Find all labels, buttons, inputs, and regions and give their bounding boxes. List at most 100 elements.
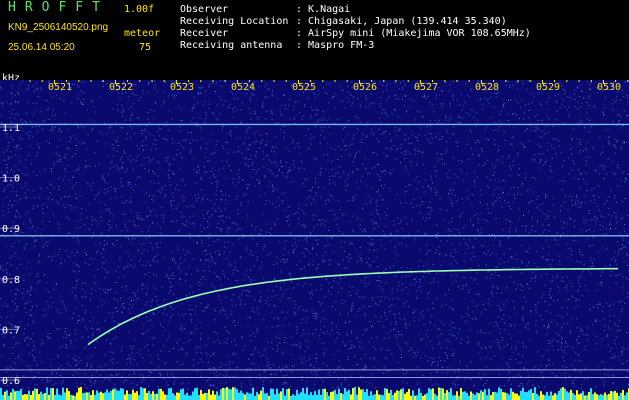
band-bar bbox=[168, 388, 170, 400]
time-tick-label: 0528 bbox=[475, 82, 499, 93]
band-bar bbox=[456, 391, 458, 400]
band-bar bbox=[356, 394, 358, 400]
band-bar bbox=[612, 391, 614, 400]
band-bar bbox=[450, 388, 452, 400]
band-bar bbox=[282, 388, 284, 400]
band-bar bbox=[114, 388, 116, 400]
band-bar bbox=[278, 393, 280, 400]
band-bar bbox=[236, 389, 238, 400]
band-bar bbox=[134, 392, 136, 400]
band-bar bbox=[110, 390, 112, 400]
band-bar bbox=[220, 389, 222, 400]
band-bar bbox=[536, 393, 538, 400]
band-bar bbox=[50, 388, 52, 400]
band-bar bbox=[76, 392, 78, 400]
band-bar bbox=[322, 388, 324, 400]
frequency-tick-label: 1.0 bbox=[2, 174, 20, 185]
band-bar bbox=[228, 388, 230, 400]
frequency-tick-label: 0.7 bbox=[2, 325, 20, 336]
band-bar bbox=[36, 388, 38, 400]
band-bar bbox=[394, 392, 396, 400]
band-bar bbox=[348, 389, 350, 400]
band-bar bbox=[498, 387, 500, 400]
band-bar bbox=[70, 394, 72, 400]
band-bar bbox=[526, 392, 528, 400]
band-bar bbox=[4, 391, 6, 400]
band-bar bbox=[326, 392, 328, 400]
band-bar bbox=[296, 389, 298, 400]
band-bar bbox=[538, 395, 540, 400]
band-bar bbox=[580, 393, 582, 400]
band-bar bbox=[90, 395, 92, 400]
band-bar bbox=[44, 393, 46, 400]
band-bar bbox=[420, 392, 422, 400]
band-bar bbox=[46, 387, 48, 400]
time-tick-label: 0524 bbox=[231, 82, 255, 93]
band-bar bbox=[96, 390, 98, 400]
band-bar bbox=[428, 388, 430, 400]
band-bar bbox=[208, 389, 210, 400]
band-bar bbox=[550, 391, 552, 400]
band-bar bbox=[622, 389, 624, 400]
band-bar bbox=[232, 387, 234, 400]
band-bar bbox=[140, 387, 142, 400]
band-bar bbox=[448, 392, 450, 400]
band-bar bbox=[472, 393, 474, 400]
band-bar bbox=[122, 388, 124, 400]
band-bar bbox=[118, 390, 120, 400]
antenna-value: : Maspro FM-3 bbox=[296, 40, 375, 51]
band-bar bbox=[266, 393, 268, 400]
band-bar bbox=[126, 390, 128, 400]
band-bar bbox=[476, 392, 478, 400]
band-bar bbox=[24, 394, 26, 400]
band-bar bbox=[308, 395, 310, 400]
band-bar bbox=[544, 395, 546, 400]
band-bar bbox=[492, 391, 494, 400]
band-bar bbox=[84, 392, 86, 400]
band-bar bbox=[204, 392, 206, 400]
band-bar bbox=[26, 394, 28, 400]
band-bar bbox=[160, 388, 162, 400]
band-bar bbox=[398, 390, 400, 400]
time-tick-label: 0521 bbox=[48, 82, 72, 93]
band-bar bbox=[222, 387, 224, 400]
band-bar bbox=[316, 394, 318, 400]
band-bar bbox=[340, 393, 342, 400]
band-bar bbox=[192, 391, 194, 400]
band-bar bbox=[608, 393, 610, 400]
time-tick-label: 0523 bbox=[170, 82, 194, 93]
band-bar bbox=[474, 394, 476, 400]
band-bar bbox=[616, 392, 618, 400]
band-bar bbox=[516, 393, 518, 400]
band-bar bbox=[98, 392, 100, 400]
band-bar bbox=[562, 387, 564, 400]
band-bar bbox=[40, 391, 42, 400]
band-bar bbox=[108, 392, 110, 400]
band-bar bbox=[124, 394, 126, 400]
band-bar bbox=[276, 388, 278, 400]
band-bar bbox=[620, 392, 622, 400]
band-bar bbox=[8, 395, 10, 400]
frequency-tick-label: 0.6 bbox=[2, 376, 20, 387]
band-bar bbox=[60, 395, 62, 400]
band-bar bbox=[574, 394, 576, 400]
band-bar bbox=[216, 391, 218, 400]
band-bar bbox=[214, 394, 216, 400]
band-bar bbox=[80, 387, 82, 400]
band-bar bbox=[330, 391, 332, 400]
band-bar bbox=[576, 390, 578, 400]
band-bar bbox=[234, 387, 236, 400]
band-bar bbox=[578, 394, 580, 400]
band-bar bbox=[604, 392, 606, 400]
band-bar bbox=[274, 394, 276, 400]
band-bar bbox=[136, 391, 138, 400]
band-bar bbox=[442, 388, 444, 400]
band-bar bbox=[226, 387, 228, 400]
band-bar bbox=[484, 389, 486, 400]
band-bar bbox=[402, 388, 404, 400]
band-bar bbox=[518, 395, 520, 400]
band-bar bbox=[528, 390, 530, 400]
band-bar bbox=[180, 389, 182, 400]
band-bar bbox=[292, 394, 294, 400]
band-bar bbox=[186, 392, 188, 400]
